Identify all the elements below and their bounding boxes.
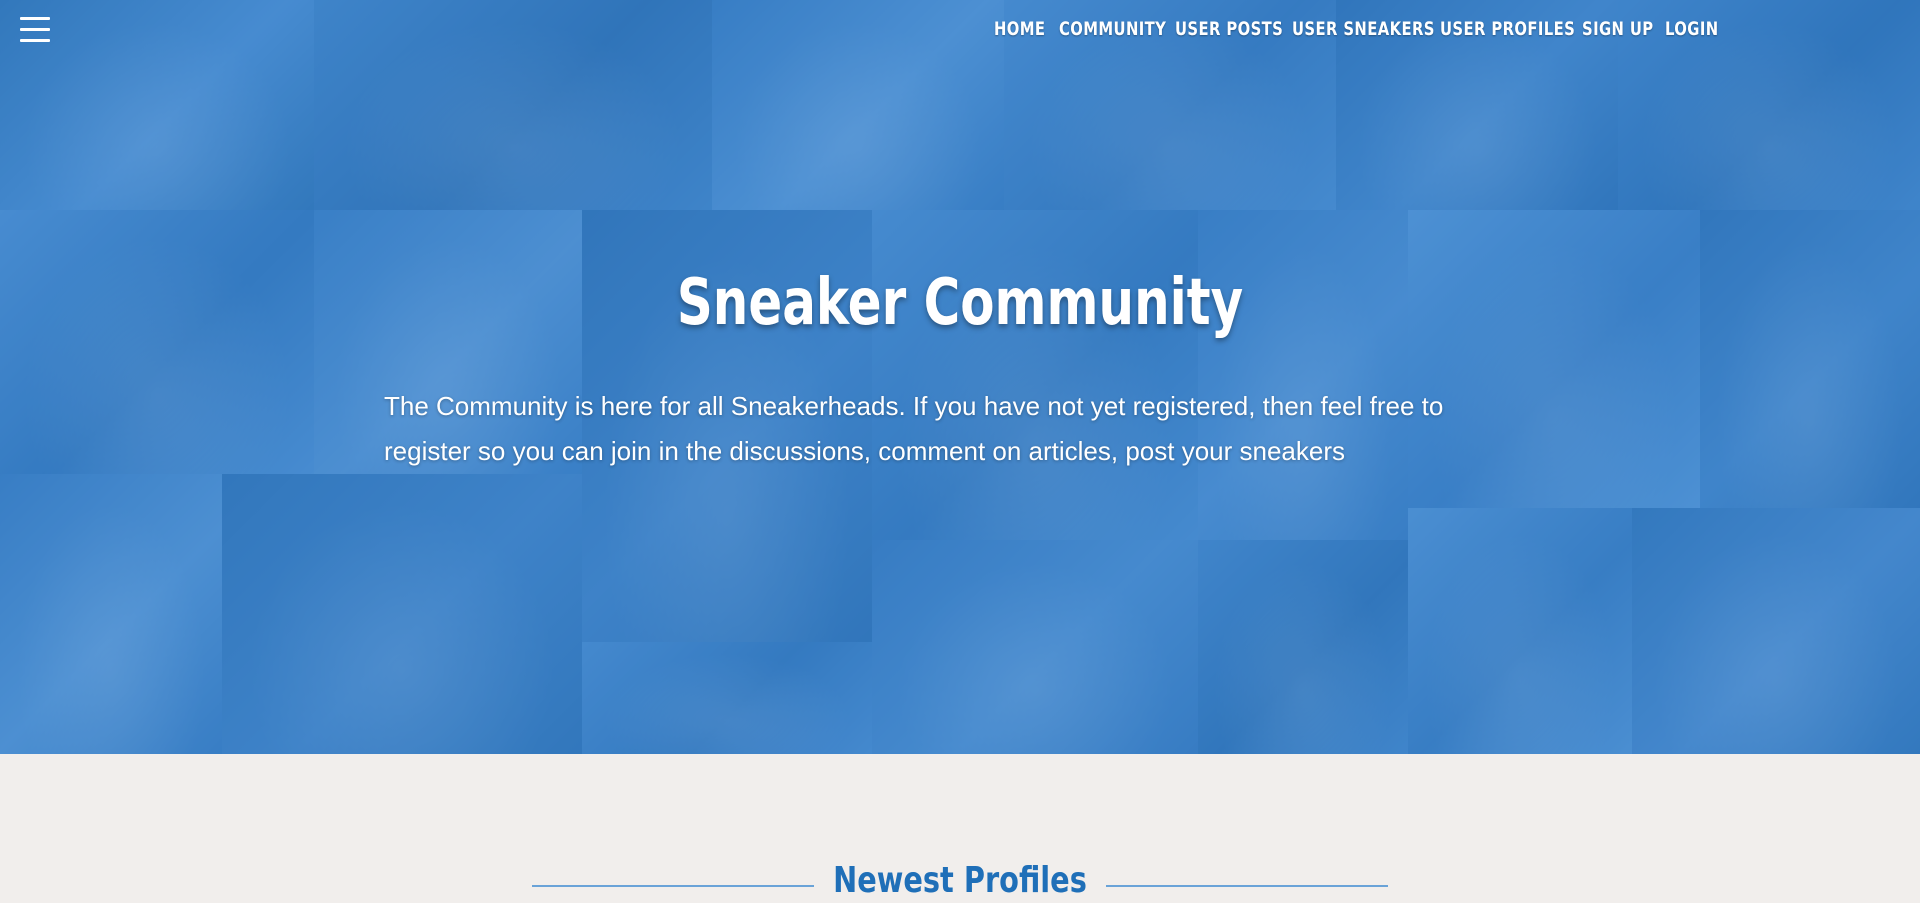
hero-overlay bbox=[0, 0, 1920, 754]
hamburger-menu-icon[interactable] bbox=[20, 17, 50, 43]
nav-user-posts[interactable]: USER POSTS bbox=[1175, 18, 1283, 40]
nav-user-profiles[interactable]: USER PROFILES bbox=[1440, 18, 1575, 40]
page-title: Sneaker Community bbox=[676, 266, 1244, 340]
nav-login[interactable]: LOGIN bbox=[1665, 18, 1719, 40]
nav-home[interactable]: HOME bbox=[994, 18, 1045, 40]
nav-sign-up[interactable]: SIGN UP bbox=[1582, 18, 1654, 40]
hero-description: The Community is here for all Sneakerhea… bbox=[384, 391, 1444, 466]
nav-user-sneakers[interactable]: USER SNEAKERS bbox=[1292, 18, 1435, 40]
main-nav: HOME COMMUNITY USER POSTS USER SNEAKERS … bbox=[994, 18, 1718, 40]
hero-banner: HOME COMMUNITY USER POSTS USER SNEAKERS … bbox=[0, 0, 1920, 754]
section-title: Newest Profiles bbox=[833, 860, 1087, 901]
nav-community[interactable]: COMMUNITY bbox=[1059, 18, 1166, 40]
